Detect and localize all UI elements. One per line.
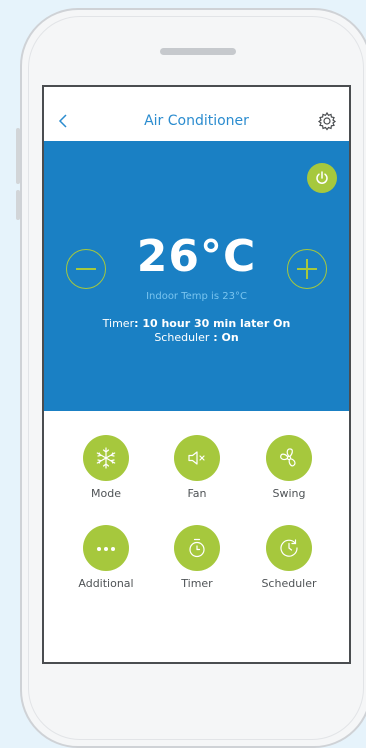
clock-icon <box>280 539 298 557</box>
snowflake-icon <box>96 447 116 469</box>
timer-status: Timer: 10 hour 30 min later On <box>102 317 291 330</box>
indoor-temp-text: Indoor Temp is 23°C <box>146 291 247 302</box>
mode-button[interactable]: Mode <box>66 435 146 500</box>
speaker-grille <box>160 48 236 55</box>
additional-label: Additional <box>78 577 134 590</box>
temperature-panel: 26°C Indoor Temp is 23°C Timer: 10 hour … <box>44 141 349 411</box>
fan-circle <box>174 435 220 481</box>
ellipsis-icon <box>97 547 115 551</box>
swing-circle <box>266 435 312 481</box>
scheduler-label-text: Scheduler <box>261 577 317 590</box>
mode-circle <box>83 435 129 481</box>
fan-button[interactable]: Fan <box>157 435 237 500</box>
page-title: Air Conditioner <box>144 113 249 129</box>
mode-label: Mode <box>91 487 121 500</box>
side-button-upper <box>16 128 20 184</box>
scheduler-circle <box>266 525 312 571</box>
power-button[interactable] <box>307 163 337 193</box>
timer-button[interactable]: Timer <box>157 525 237 590</box>
timer-label: Timer <box>102 317 135 330</box>
timer-circle <box>174 525 220 571</box>
additional-button[interactable]: Additional <box>66 525 146 590</box>
nav-bar: Air Conditioner <box>44 87 349 141</box>
scheduler-button[interactable]: Scheduler <box>249 525 329 590</box>
stopwatch-icon <box>189 538 205 558</box>
speaker-mute-icon <box>188 451 205 465</box>
additional-circle <box>83 525 129 571</box>
side-button-lower <box>16 190 20 220</box>
gear-icon[interactable] <box>317 111 337 131</box>
timer-value: 10 hour 30 min later On <box>142 317 291 330</box>
app-screen: Air Conditioner 26°C Indoor Temp is 23°C… <box>42 85 351 664</box>
swing-label: Swing <box>272 487 306 500</box>
control-grid: Mode Fan Swing Additional Timer Schedule… <box>44 411 349 662</box>
power-icon <box>316 171 328 184</box>
timer-label-text: Timer <box>181 577 213 590</box>
temperature-value: 26°C <box>136 231 257 282</box>
fan-icon <box>280 448 296 467</box>
scheduler-value: On <box>221 331 239 344</box>
scheduler-label: Scheduler <box>154 331 210 344</box>
scheduler-status: Scheduler : On <box>154 331 239 344</box>
swing-button[interactable]: Swing <box>249 435 329 500</box>
fan-label: Fan <box>187 487 207 500</box>
